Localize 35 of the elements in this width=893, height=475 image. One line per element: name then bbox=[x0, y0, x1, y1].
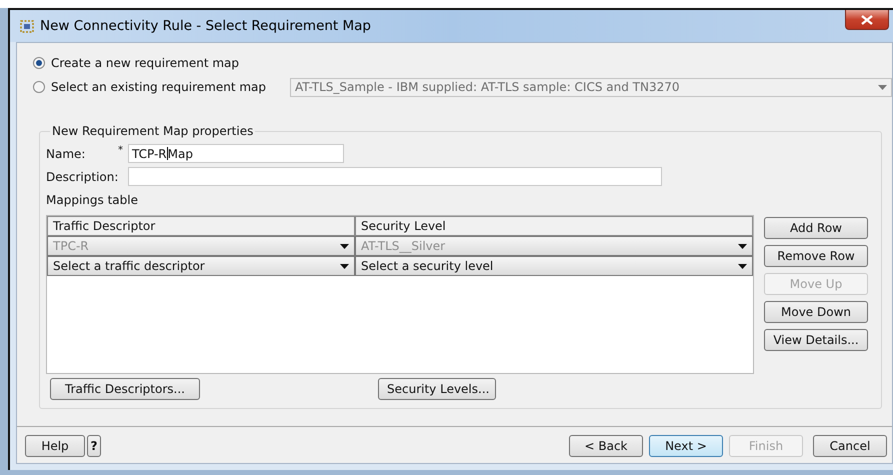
field-label: Description: bbox=[46, 170, 118, 184]
close-icon bbox=[861, 14, 873, 24]
radio-button[interactable] bbox=[33, 57, 45, 69]
group-title: New Requirement Map properties bbox=[50, 124, 256, 138]
wizard-button[interactable]: Cancel bbox=[813, 435, 887, 457]
dropdown-arrow-icon bbox=[340, 264, 349, 268]
description-field[interactable] bbox=[128, 167, 662, 186]
wizard-button[interactable]: Next > bbox=[649, 435, 723, 457]
dialog-button[interactable]: Traffic Descriptors... bbox=[50, 378, 200, 400]
help-button[interactable]: Help bbox=[25, 435, 85, 457]
dropdown-cell[interactable]: Select a traffic descriptor bbox=[47, 256, 355, 276]
radio-button[interactable] bbox=[33, 81, 45, 93]
required-mark: * bbox=[118, 145, 124, 156]
side-button[interactable]: Remove Row bbox=[764, 245, 868, 267]
help-icon-button[interactable]: ? bbox=[87, 435, 101, 457]
table-label: Mappings table bbox=[46, 192, 138, 206]
app-icon bbox=[20, 20, 34, 32]
radio-label: Create a new requirement map bbox=[51, 56, 239, 70]
window-title: New Connectivity Rule - Select Requirement Map bbox=[40, 18, 372, 34]
close-button[interactable] bbox=[845, 10, 889, 30]
dropdown-arrow-icon bbox=[878, 84, 887, 90]
dropdown-cell[interactable]: Select a security level bbox=[355, 256, 753, 276]
dropdown-arrow-icon bbox=[738, 264, 747, 268]
side-button[interactable]: View Details... bbox=[764, 329, 868, 351]
column-header[interactable]: Security Level bbox=[355, 216, 753, 236]
name-field[interactable]: TCP-RMap bbox=[128, 144, 344, 163]
dialog-button[interactable]: Security Levels... bbox=[378, 378, 496, 400]
dropdown-arrow-icon bbox=[738, 244, 747, 248]
radio-label: Select an existing requirement map bbox=[50, 80, 266, 94]
side-button[interactable]: Move Down bbox=[764, 301, 868, 323]
column-header[interactable]: Traffic Descriptor bbox=[47, 216, 355, 236]
side-button[interactable]: Add Row bbox=[764, 217, 868, 239]
dropdown-arrow-icon bbox=[340, 244, 349, 248]
field-label: Name: bbox=[46, 146, 86, 160]
wizard-button[interactable]: < Back bbox=[569, 435, 643, 457]
